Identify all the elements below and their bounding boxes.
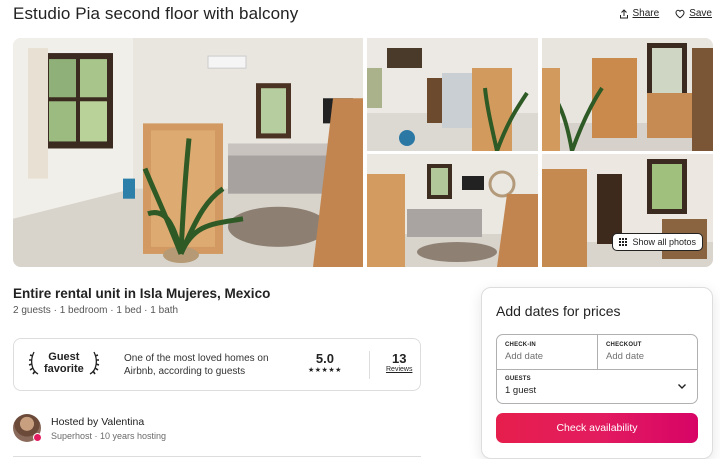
host-section: Hosted by Valentina Superhost · 10 years… — [13, 414, 166, 442]
photo-main-image — [13, 38, 363, 267]
guest-favorite-line2: favorite — [44, 363, 84, 375]
photo-bedroom-image — [367, 154, 538, 267]
guest-favorite-text: Guest favorite — [44, 351, 84, 375]
guests-label: GUESTS — [505, 376, 531, 382]
picker-divider-horizontal — [497, 369, 697, 370]
checkout-label: CHECKOUT — [606, 342, 642, 348]
show-all-photos-button[interactable]: Show all photos — [612, 233, 703, 251]
photo-doorway-image — [542, 38, 713, 151]
booking-title: Add dates for prices — [496, 303, 621, 319]
picker-divider-vertical — [597, 335, 598, 369]
rating-block: 5.0 ★★★★★ — [308, 351, 342, 374]
heart-icon — [675, 9, 685, 18]
guest-favorite-badge: Guest favorite — [28, 350, 100, 376]
photo-gallery: Show all photos — [13, 38, 713, 267]
photo-bedroom[interactable] — [367, 154, 538, 267]
host-meta: Superhost · 10 years hosting — [51, 430, 167, 441]
checkin-field[interactable]: CHECK-IN Add date — [505, 342, 543, 362]
rating-stars: ★★★★★ — [308, 367, 342, 374]
reviews-block[interactable]: 13 Reviews — [386, 351, 412, 373]
laurel-right-icon — [89, 351, 100, 375]
photo-kitchen[interactable] — [367, 38, 538, 151]
rating-value: 5.0 — [315, 351, 334, 366]
reviews-count: 13 — [391, 351, 407, 366]
date-guest-picker: CHECK-IN Add date CHECKOUT Add date GUES… — [496, 334, 698, 404]
photo-entry[interactable]: Show all photos — [542, 154, 713, 267]
superhost-badge-icon — [33, 433, 42, 442]
share-icon — [619, 8, 628, 18]
photo-doorway[interactable] — [542, 38, 713, 151]
share-label: Share — [632, 8, 660, 19]
guest-favorite-description: One of the most loved homes on Airbnb, a… — [124, 353, 269, 377]
save-label: Save — [689, 8, 712, 19]
divider — [369, 351, 370, 379]
host-avatar[interactable] — [13, 414, 42, 442]
reviews-link[interactable]: Reviews — [386, 366, 412, 373]
photo-kitchen-image — [367, 38, 538, 151]
guest-favorite-card: Guest favorite One of the most loved hom… — [13, 338, 421, 391]
check-availability-button[interactable]: Check availability — [496, 413, 698, 443]
guests-value: 1 guest — [505, 385, 537, 396]
checkout-value: Add date — [606, 351, 645, 362]
grid-dots-icon — [619, 238, 628, 246]
section-divider — [13, 456, 421, 457]
header-actions: Share Save — [619, 8, 712, 19]
laurel-left-icon — [28, 351, 39, 375]
photo-main[interactable] — [13, 38, 363, 267]
guests-field[interactable]: GUESTS 1 guest — [505, 376, 536, 396]
checkin-value: Add date — [505, 351, 544, 362]
host-name: Hosted by Valentina — [51, 415, 145, 428]
guest-favorite-line1: Guest — [48, 351, 80, 363]
checkout-field[interactable]: CHECKOUT Add date — [606, 342, 644, 362]
show-all-photos-label: Show all photos — [632, 237, 696, 247]
booking-card: Add dates for prices CHECK-IN Add date C… — [481, 287, 713, 459]
save-button[interactable]: Save — [675, 8, 712, 19]
share-button[interactable]: Share — [619, 8, 660, 19]
chevron-down-icon[interactable] — [677, 381, 687, 391]
listing-details: 2 guests · 1 bedroom · 1 bed · 1 bath — [13, 305, 179, 316]
checkin-label: CHECK-IN — [505, 342, 536, 348]
page-title: Estudio Pia second floor with balcony — [13, 4, 299, 23]
listing-subtitle: Entire rental unit in Isla Mujeres, Mexi… — [13, 286, 271, 301]
